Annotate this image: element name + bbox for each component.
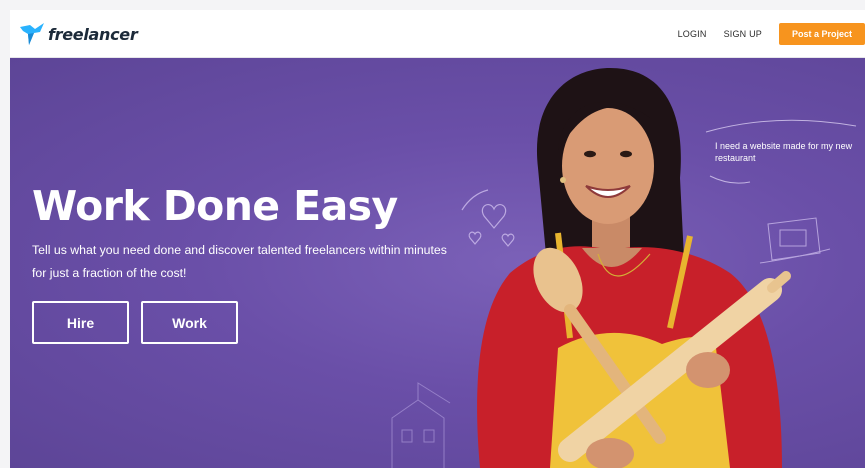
- hero-banner: Work Done Easy Tell us what you need don…: [10, 58, 865, 468]
- woman-chef-illustration: [477, 68, 791, 468]
- top-navbar: freelancer LOGIN SIGN UP Post a Project: [10, 10, 865, 58]
- device-doodle-icon: [759, 217, 831, 264]
- bird-logo-icon: [20, 23, 44, 45]
- hero-subtitle: Tell us what you need done and discover …: [32, 243, 447, 280]
- freelancer-logo[interactable]: freelancer: [20, 21, 138, 47]
- login-link[interactable]: LOGIN: [678, 29, 707, 39]
- hero-title: Work Done Easy: [32, 182, 398, 230]
- signup-link[interactable]: SIGN UP: [724, 29, 762, 39]
- heart-doodle-icon: [461, 189, 515, 247]
- hire-button[interactable]: Hire: [32, 301, 129, 344]
- building-doodle-icon: [391, 382, 451, 468]
- post-project-button[interactable]: Post a Project: [779, 23, 865, 45]
- work-button[interactable]: Work: [141, 301, 238, 344]
- logo-text: freelancer: [48, 24, 138, 44]
- nav-links: LOGIN SIGN UP Post a Project: [678, 10, 865, 58]
- speech-bubble-text: I need a website made for my new restaur…: [715, 141, 853, 163]
